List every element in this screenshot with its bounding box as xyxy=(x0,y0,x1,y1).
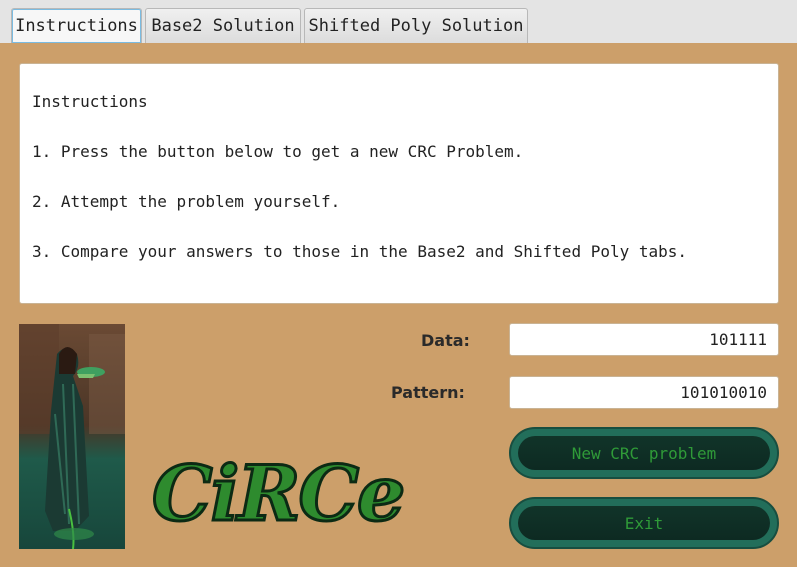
instructions-heading: Instructions xyxy=(32,92,148,111)
instruction-step-3: 3. Compare your answers to those in the … xyxy=(32,242,688,261)
new-crc-problem-label: New CRC problem xyxy=(518,436,770,470)
tab-shifted-poly-solution[interactable]: Shifted Poly Solution xyxy=(304,8,528,43)
pattern-field[interactable]: 101010010 xyxy=(509,376,779,409)
circe-logo: CiRCe xyxy=(148,442,423,540)
pattern-label: Pattern: xyxy=(391,383,465,402)
data-field[interactable]: 101111 xyxy=(509,323,779,356)
instructions-text-area[interactable]: Instructions 1. Press the button below t… xyxy=(19,63,779,304)
logo-text: CiRCe xyxy=(152,449,403,532)
exit-button[interactable]: Exit xyxy=(509,497,779,549)
tab-instructions[interactable]: Instructions xyxy=(11,8,142,43)
tab-bar: Instructions Base2 Solution Shifted Poly… xyxy=(0,0,797,43)
tab-base2-solution[interactable]: Base2 Solution xyxy=(145,8,301,43)
instruction-step-2: 2. Attempt the problem yourself. xyxy=(32,192,341,211)
exit-label: Exit xyxy=(518,506,770,540)
new-crc-problem-button[interactable]: New CRC problem xyxy=(509,427,779,479)
circe-painting-image xyxy=(19,324,125,549)
instruction-step-1: 1. Press the button below to get a new C… xyxy=(32,142,524,161)
data-label: Data: xyxy=(421,331,470,350)
